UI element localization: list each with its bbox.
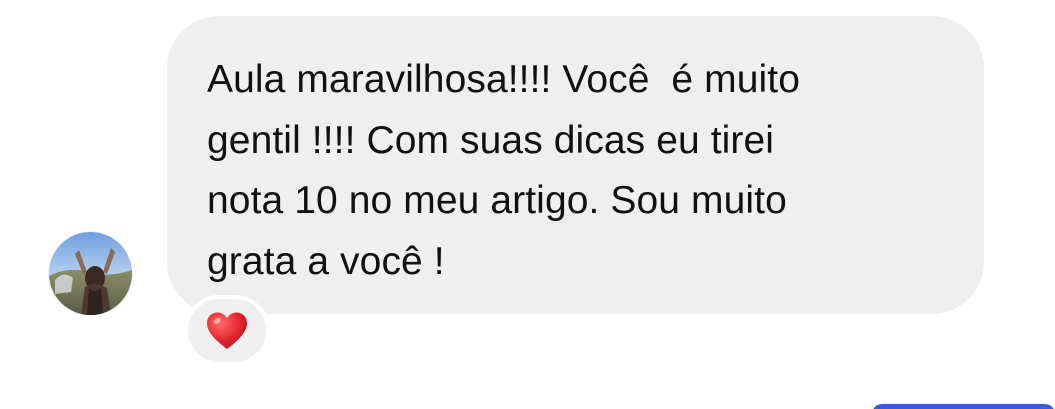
sender-avatar[interactable] bbox=[49, 232, 132, 315]
reaction-badge[interactable] bbox=[184, 295, 270, 366]
message-line: Aula maravilhosa!!!! Você é muito bbox=[207, 58, 801, 101]
message-line: nota 10 no meu artigo. Sou muito bbox=[207, 179, 787, 222]
message-bubble[interactable]: Aula maravilhosa!!!! Você é muito gentil… bbox=[167, 16, 984, 314]
message-line: gentil !!!! Com suas dicas eu tirei bbox=[207, 118, 775, 162]
avatar-photo-icon bbox=[49, 232, 132, 315]
partial-element-sliver bbox=[872, 404, 1055, 409]
message-text: Aula maravilhosa!!!! Você é muito gentil… bbox=[207, 50, 944, 292]
chat-screen: Aula maravilhosa!!!! Você é muito gentil… bbox=[0, 0, 1055, 409]
message-line: grata a você ! bbox=[207, 239, 445, 283]
heart-icon bbox=[207, 312, 247, 349]
